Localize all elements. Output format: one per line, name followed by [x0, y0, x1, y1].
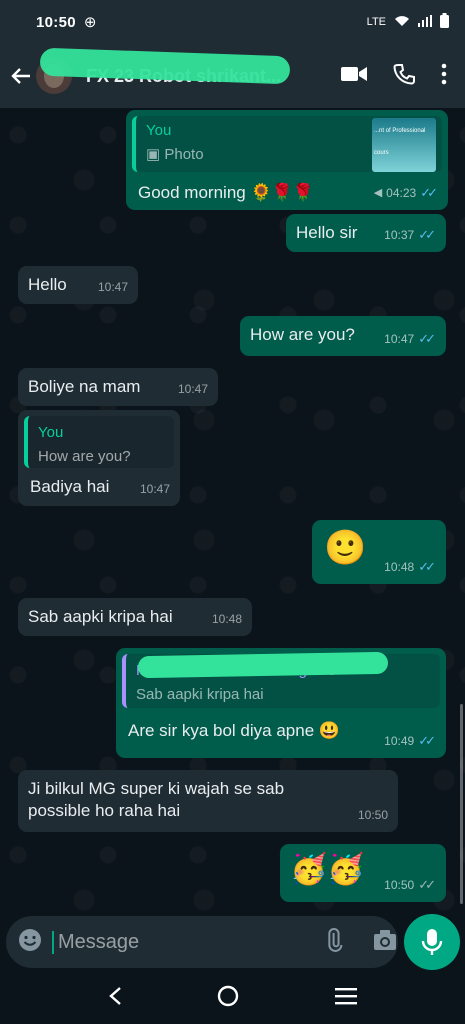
- message-time: 10:47: [139, 482, 170, 496]
- message-bubble-outgoing[interactable]: How are you? 10:47 ✓✓: [240, 316, 446, 356]
- delivered-receipt-icon: ✓✓: [418, 877, 436, 892]
- message-text: Boliye na mam: [28, 377, 141, 396]
- quoted-photo-thumbnail: ...nt of Professional cours: [372, 118, 436, 172]
- message-meta: 10:50 ✓✓: [384, 874, 436, 896]
- photo-icon: ▣: [146, 146, 165, 163]
- message-time: 10:37: [384, 228, 415, 242]
- quoted-text: How are you?: [38, 448, 131, 465]
- message-meta: 10:48 ✓✓: [384, 556, 436, 578]
- quoted-author: You: [38, 424, 64, 441]
- message-composer: [6, 916, 398, 968]
- arrow-left-icon: [11, 68, 30, 84]
- read-receipt-icon: ✓✓: [418, 227, 436, 242]
- message-bubble-incoming[interactable]: Sab aapki kripa hai 10:48: [18, 598, 252, 636]
- message-bubble-incoming[interactable]: Ji bilkul MG super ki wajah se sab possi…: [18, 770, 398, 832]
- message-text: Hello sir: [296, 223, 358, 242]
- system-nav-bar: [0, 972, 465, 1024]
- quoted-text: Sab aapki kripa hai: [136, 686, 264, 703]
- status-time: 10:50: [36, 13, 76, 31]
- thumbnail-text: ...nt of Professional cours: [374, 128, 426, 156]
- paperclip-icon: [328, 927, 343, 952]
- read-receipt-icon: ✓✓: [418, 331, 436, 346]
- message-meta: 10:47: [140, 478, 170, 500]
- quoted-type: Photo: [164, 146, 204, 163]
- message-time: 10:49: [384, 734, 415, 748]
- message-text: Sab aapki kripa hai: [28, 607, 173, 626]
- message-time: 04:23: [386, 186, 417, 200]
- forwarded-speaker-icon: ◀: [373, 187, 383, 199]
- menu-lines-icon: [335, 987, 358, 1004]
- message-meta: 10:47: [178, 378, 208, 400]
- message-time: 10:47: [97, 280, 128, 294]
- message-time: 10:47: [177, 382, 208, 396]
- message-bubble-incoming[interactable]: You How are you? Badiya hai 10:47: [18, 410, 180, 506]
- wifi-icon: [394, 15, 410, 30]
- message-time: 10:50: [384, 878, 415, 892]
- home-circle-icon: [218, 985, 239, 1006]
- message-time: 10:47: [384, 332, 415, 346]
- nav-recents-button[interactable]: [335, 987, 358, 1010]
- back-button[interactable]: [2, 56, 40, 96]
- read-receipt-icon: ✓✓: [418, 559, 436, 574]
- emoji-button[interactable]: [18, 928, 42, 957]
- message-meta: 10:47 ✓✓: [384, 328, 436, 350]
- emoji-icon: [19, 928, 41, 951]
- message-text: Hello: [28, 275, 67, 294]
- phone-icon: [393, 63, 415, 85]
- scrollbar[interactable]: [460, 704, 463, 904]
- battery-icon: [440, 13, 449, 31]
- message-time: 10:48: [211, 612, 242, 626]
- network-label: LTE: [366, 16, 386, 28]
- message-meta: 10:37 ✓✓: [384, 224, 436, 246]
- more-options-button[interactable]: [441, 63, 447, 90]
- message-bubble-outgoing[interactable]: 🥳🥳 10:50 ✓✓: [280, 844, 446, 902]
- nav-back-button[interactable]: [108, 986, 122, 1011]
- video-camera-icon: [341, 66, 367, 81]
- kebab-menu-icon: [441, 63, 447, 84]
- message-bubble-incoming[interactable]: Boliye na mam 10:47: [18, 368, 218, 406]
- quoted-message[interactable]: You ▣ Photo ...nt of Professional cours: [132, 116, 442, 172]
- message-text: 🥳🥳: [290, 853, 365, 886]
- message-bubble-outgoing[interactable]: Hello sir 10:37 ✓✓: [286, 214, 446, 252]
- message-input[interactable]: [52, 930, 323, 954]
- voice-call-button[interactable]: [393, 63, 415, 90]
- attach-button[interactable]: [323, 927, 347, 957]
- camera-icon: [374, 929, 396, 950]
- message-text: How are you?: [250, 325, 355, 344]
- voice-record-button[interactable]: [404, 914, 460, 970]
- message-meta: 10:48: [212, 608, 242, 630]
- camera-button[interactable]: [373, 929, 397, 956]
- read-receipt-icon: ✓✓: [420, 185, 438, 200]
- message-time: 10:48: [384, 560, 415, 574]
- message-bubble-incoming[interactable]: Hello 10:47: [18, 266, 138, 304]
- message-meta: 10:47: [98, 276, 128, 298]
- microphone-icon: [421, 929, 443, 955]
- status-bar: 10:50 ⊕ LTE: [0, 0, 465, 44]
- redaction-mark: [137, 651, 389, 679]
- message-meta: ◀ 04:23 ✓✓: [374, 182, 438, 204]
- message-text: Ji bilkul MG super ki wajah se sab possi…: [28, 779, 285, 820]
- quoted-message[interactable]: You How are you?: [24, 416, 174, 468]
- message-text: 🙂: [324, 529, 367, 567]
- nav-home-button[interactable]: [217, 985, 239, 1012]
- signal-icon: [418, 14, 432, 30]
- chevron-left-icon: [109, 986, 121, 1005]
- video-call-button[interactable]: [341, 65, 367, 88]
- message-meta: 10:49 ✓✓: [384, 730, 436, 752]
- message-time: 10:50: [357, 808, 388, 822]
- message-bubble-outgoing[interactable]: 🙂 10:48 ✓✓: [312, 520, 446, 584]
- message-bubble-outgoing[interactable]: You ▣ Photo ...nt of Professional cours …: [126, 110, 448, 210]
- status-icons: LTE: [367, 13, 449, 31]
- message-meta: 10:50: [358, 804, 388, 826]
- message-list[interactable]: You ▣ Photo ...nt of Professional cours …: [0, 108, 465, 916]
- read-receipt-icon: ✓✓: [418, 733, 436, 748]
- notification-icon: ⊕: [83, 14, 97, 31]
